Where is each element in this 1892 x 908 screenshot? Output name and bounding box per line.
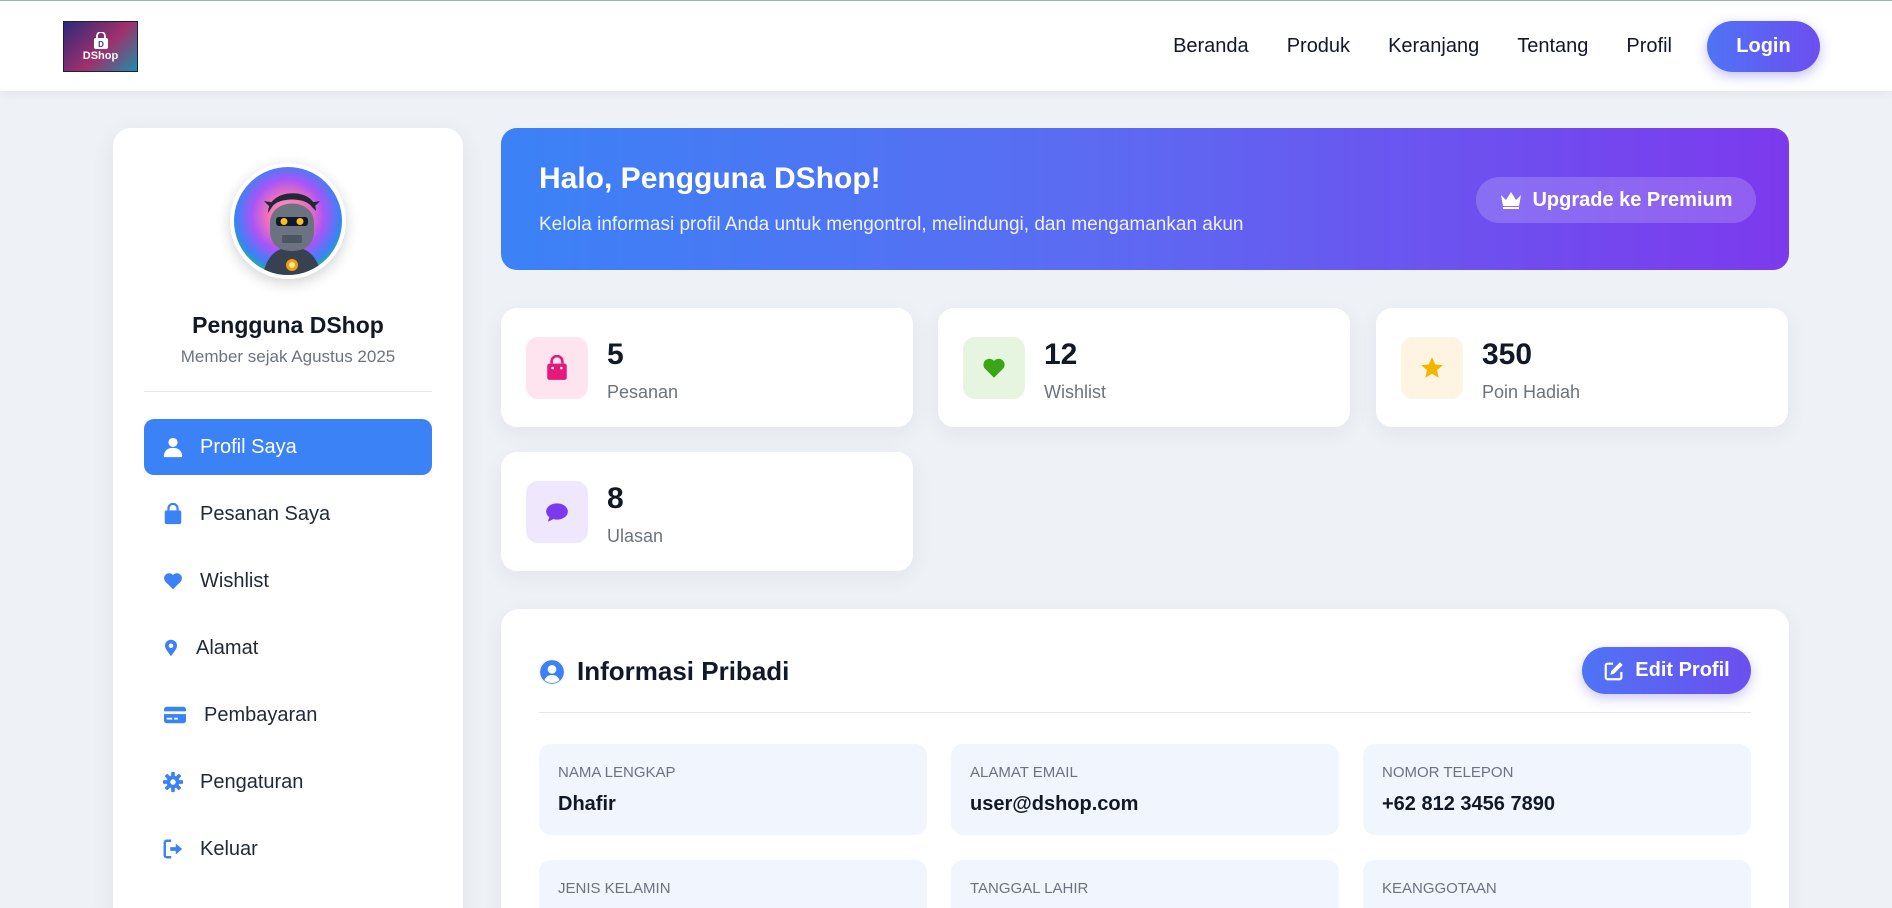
stat-value: 350 [1482, 338, 1533, 371]
dshop-logo[interactable]: D DShop [63, 21, 138, 72]
field-nomor-telepon: Nomor Telepon +62 812 3456 7890 [1363, 744, 1751, 835]
stat-icon-box [526, 481, 588, 543]
stat-card-ulasan[interactable]: 8 Ulasan [501, 452, 913, 571]
profile-sidebar: Pengguna DShop Member sejak Agustus 2025… [113, 128, 463, 908]
info-divider [539, 712, 1751, 713]
sidebar-item-label: Alamat [196, 636, 259, 659]
sidebar-item-wishlist[interactable]: Wishlist [144, 553, 432, 609]
stat-icon-box [526, 337, 588, 399]
stat-card-wishlist[interactable]: 12 Wishlist [938, 308, 1350, 427]
shopping-bag-icon [547, 355, 567, 380]
stat-label: Poin Hadiah [1482, 382, 1581, 402]
field-label: Nomor Telepon [1382, 764, 1514, 781]
map-pin-icon [165, 639, 177, 657]
nav-produk[interactable]: Produk [1287, 35, 1350, 58]
nav-tentang[interactable]: Tentang [1517, 35, 1588, 58]
personal-info-title: Informasi Pribadi [539, 656, 789, 687]
stat-value: 12 [1044, 338, 1078, 371]
crown-icon [1501, 192, 1522, 209]
logo-text: DShop [82, 49, 119, 62]
star-icon [1421, 357, 1443, 378]
field-label: Alamat Email [970, 764, 1078, 781]
nav-keranjang[interactable]: Keranjang [1388, 35, 1479, 58]
personal-info-card: Informasi Pribadi Edit Profil Nama Lengk… [501, 609, 1789, 908]
field-label: Nama Lengkap [558, 764, 676, 781]
sidebar-item-pesanan-saya[interactable]: Pesanan Saya [144, 486, 432, 542]
sidebar-item-label: Pesanan Saya [200, 502, 331, 525]
login-button[interactable]: Login [1707, 21, 1820, 72]
sidebar-item-keluar[interactable]: Keluar [144, 821, 432, 877]
field-label: Tanggal Lahir [970, 880, 1089, 897]
edit-label: Edit Profil [1635, 659, 1730, 681]
svg-text:D: D [98, 40, 104, 49]
member-since: Member sejak Agustus 2025 [180, 347, 396, 366]
user-icon [163, 437, 183, 458]
stat-value: 5 [607, 338, 624, 371]
banner-subtitle: Kelola informasi profil Anda untuk mengo… [539, 214, 1244, 235]
nav-profil[interactable]: Profil [1626, 35, 1672, 58]
edit-profile-button[interactable]: Edit Profil [1582, 647, 1751, 694]
upgrade-premium-button[interactable]: Upgrade ke Premium [1476, 177, 1756, 223]
banner-title: Halo, Pengguna DShop! [539, 162, 881, 195]
welcome-banner: Halo, Pengguna DShop! Kelola informasi p… [501, 128, 1789, 270]
heart-icon [164, 573, 182, 590]
nav-beranda[interactable]: Beranda [1173, 35, 1249, 58]
field-label: Keanggotaan [1382, 880, 1497, 897]
sidebar-item-alamat[interactable]: Alamat [144, 620, 432, 676]
nav-links: Beranda Produk Keranjang Tentang Profil [1135, 1, 1672, 92]
field-label: Jenis Kelamin [558, 880, 671, 897]
sidebar-item-pengaturan[interactable]: Pengaturan [144, 754, 432, 810]
sidebar-item-label: Pengaturan [200, 770, 304, 793]
sidebar-item-label: Profil Saya [200, 435, 297, 458]
field-keanggotaan: Keanggotaan [1363, 860, 1751, 908]
comment-icon [546, 503, 568, 522]
navbar: D DShop Beranda Produk Keranjang Tentang… [0, 0, 1892, 91]
stat-icon-box [1401, 337, 1463, 399]
heart-icon [983, 358, 1005, 378]
avatar [230, 163, 346, 279]
field-value: +62 812 3456 7890 [1382, 793, 1555, 815]
field-nama-lengkap: Nama Lengkap Dhafir [539, 744, 927, 835]
sidebar-divider [144, 391, 432, 392]
sidebar-item-label: Wishlist [200, 569, 269, 592]
stat-label: Pesanan [607, 382, 679, 402]
field-value: user@dshop.com [970, 793, 1139, 815]
stat-icon-box [963, 337, 1025, 399]
logout-icon [163, 839, 183, 859]
sidebar-item-label: Keluar [200, 837, 258, 860]
premium-label: Upgrade ke Premium [1532, 188, 1733, 211]
field-tanggal-lahir: Tanggal Lahir [951, 860, 1339, 908]
sidebar-item-pembayaran[interactable]: Pembayaran [144, 687, 432, 743]
user-circle-icon [540, 659, 564, 684]
shopping-bag-icon: D [93, 31, 108, 49]
section-title: Informasi Pribadi [577, 656, 790, 686]
stat-card-poin-hadiah[interactable]: 350 Poin Hadiah [1376, 308, 1788, 427]
user-name: Pengguna DShop [192, 312, 384, 338]
edit-icon [1604, 661, 1623, 680]
sidebar-item-label: Pembayaran [204, 703, 318, 726]
stat-card-pesanan[interactable]: 5 Pesanan [501, 308, 913, 427]
field-alamat-email: Alamat Email user@dshop.com [951, 744, 1339, 835]
stat-label: Wishlist [1044, 382, 1106, 402]
field-jenis-kelamin: Jenis Kelamin [539, 860, 927, 908]
field-value: Dhafir [558, 793, 616, 815]
stat-value: 8 [607, 482, 624, 515]
shopping-bag-icon [164, 503, 182, 525]
credit-card-icon [164, 706, 186, 724]
sidebar-item-profil-saya[interactable]: Profil Saya [144, 419, 432, 475]
gear-icon [162, 771, 184, 793]
robot-avatar-icon [263, 193, 321, 275]
stat-label: Ulasan [607, 526, 664, 546]
